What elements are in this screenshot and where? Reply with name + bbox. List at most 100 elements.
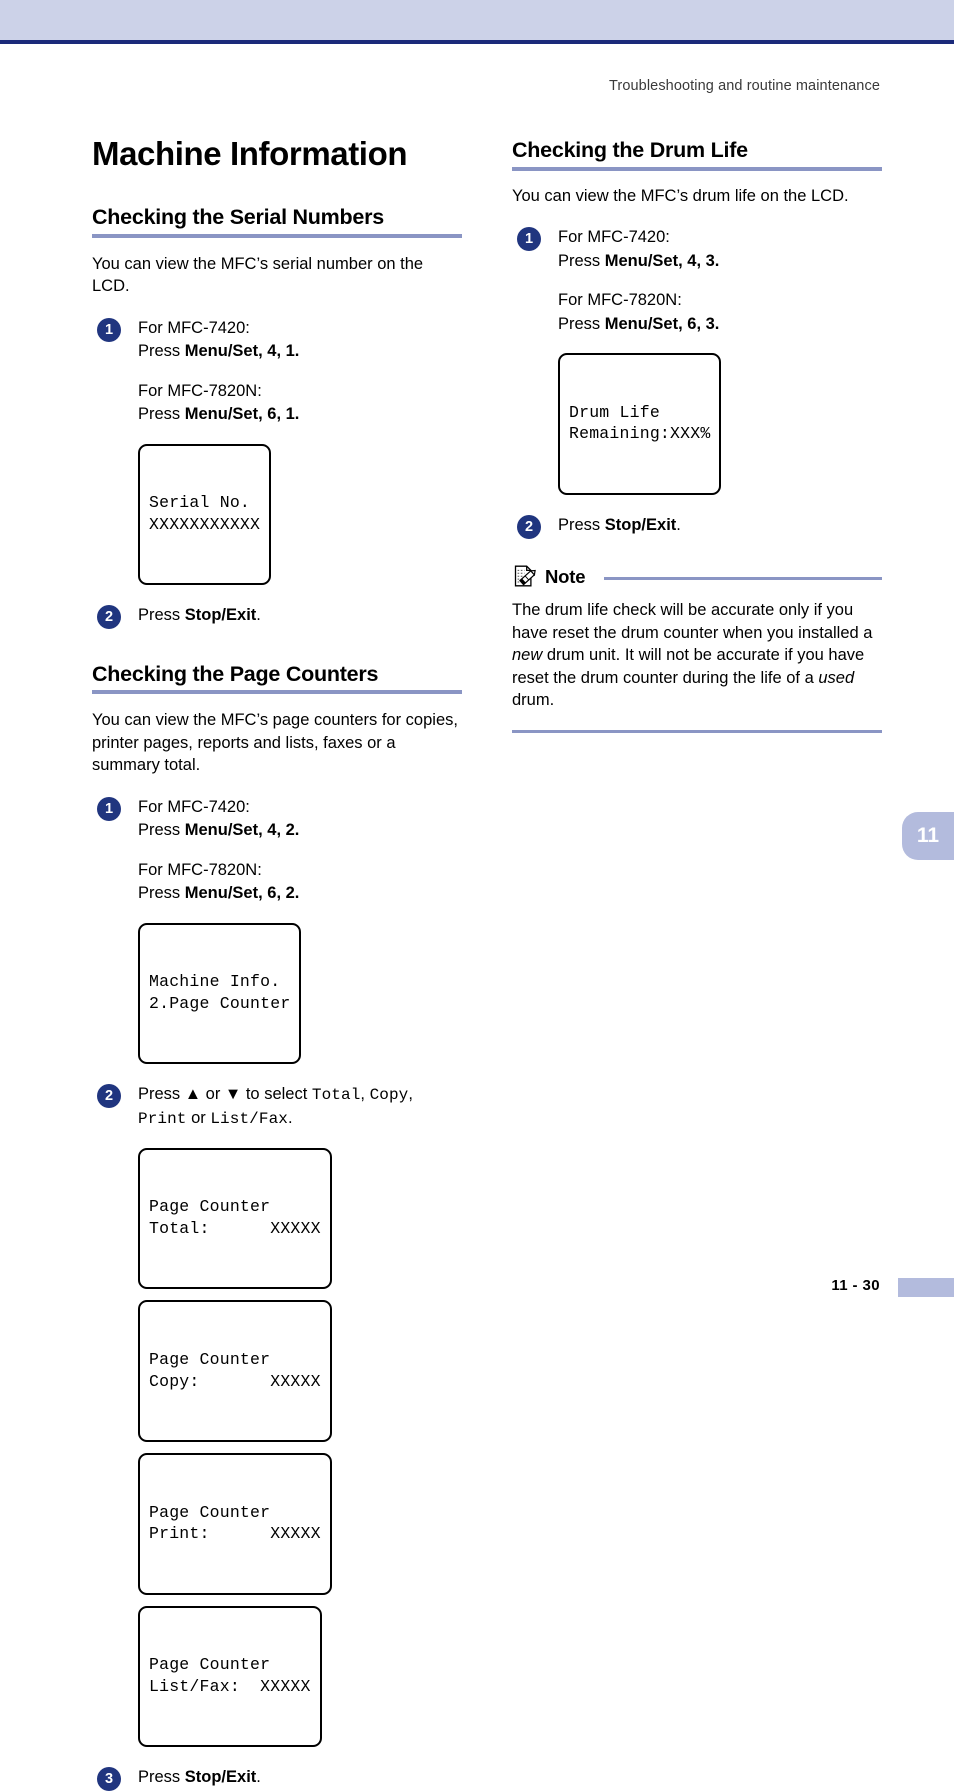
key-label: Stop/Exit bbox=[184, 1768, 257, 1787]
heading-rule bbox=[92, 690, 462, 695]
lcd-line-1: Page Counter bbox=[149, 1655, 271, 1675]
lcd-screen-page-counter-copy: Page Counter Copy: XXXXX bbox=[138, 1300, 332, 1442]
top-decorative-band bbox=[0, 0, 954, 44]
lcd-line-2: Remaining:XXX% bbox=[569, 424, 711, 444]
press-prefix: Press bbox=[138, 884, 185, 903]
lcd-line-2: List/Fax: XXXXX bbox=[149, 1676, 311, 1696]
note-pencil-icon bbox=[512, 564, 538, 590]
period: . bbox=[676, 515, 681, 534]
serial-step-1-model-7420: For MFC-7420: Press Menu/Set, 4, 1. bbox=[138, 317, 462, 364]
key-args: , 6, 3. bbox=[678, 314, 720, 333]
note-bottom-rule bbox=[512, 729, 882, 733]
period: . bbox=[287, 1109, 293, 1128]
option-copy: Copy bbox=[369, 1086, 409, 1105]
lcd-line-1: Page Counter bbox=[149, 1349, 271, 1369]
separator: , bbox=[360, 1085, 370, 1104]
press-prefix: Press bbox=[138, 1768, 185, 1787]
press-prefix: Press bbox=[138, 405, 185, 424]
key-label: Menu/Set bbox=[184, 405, 259, 424]
lcd-screen-serial-no: Serial No. XXXXXXXXXXX bbox=[138, 443, 272, 586]
lcd-line-1: Machine Info. bbox=[149, 972, 281, 992]
page-counters-intro-text: You can view the MFC’s page counters for… bbox=[92, 711, 458, 775]
page-counters-step-3: 3 Press Stop/Exit. bbox=[92, 1766, 462, 1791]
model-label: For MFC-7420: bbox=[138, 318, 250, 337]
note-text-b: drum unit. It will not be accurate if yo… bbox=[512, 646, 865, 687]
chapter-thumb-tab: 11 bbox=[902, 812, 954, 860]
key-args: , 6, 2. bbox=[258, 884, 300, 903]
lcd-line-1: Drum Life bbox=[569, 402, 660, 422]
period: . bbox=[256, 1768, 261, 1787]
key-label: Menu/Set bbox=[184, 821, 259, 840]
page-title: Machine Information bbox=[92, 135, 408, 172]
key-args: , 4, 3. bbox=[678, 251, 720, 270]
section-heading-page-counters: Checking the Page Counters bbox=[92, 661, 379, 686]
lcd-screen-page-counter-total: Page Counter Total: XXXXX bbox=[138, 1147, 332, 1290]
section-checking-page-counters: Checking the Page Counters bbox=[92, 662, 462, 695]
key-args: , 6, 1. bbox=[258, 405, 300, 424]
conjunction-or: or bbox=[186, 1109, 211, 1128]
model-label: For MFC-7820N: bbox=[558, 291, 682, 310]
lcd-line-2: XXXXXXXXXXX bbox=[149, 514, 261, 534]
press-prefix: Press bbox=[138, 606, 185, 625]
page-counters-step-1-model-7420: For MFC-7420: Press Menu/Set, 4, 2. bbox=[138, 796, 462, 843]
note-rule bbox=[604, 576, 882, 580]
lcd-line-1: Serial No. bbox=[149, 493, 251, 513]
lcd-line-1: Page Counter bbox=[149, 1502, 271, 1522]
section-checking-drum-life: Checking the Drum Life bbox=[512, 138, 882, 171]
step-number-badge: 1 bbox=[517, 227, 541, 252]
step-number-badge: 2 bbox=[97, 1084, 121, 1109]
note-callout: Note The drum life check will be accurat… bbox=[512, 564, 882, 733]
page-counters-step-2: 2 Press ▲ or ▼ to select Total, Copy, Pri… bbox=[92, 1083, 462, 1130]
press-prefix: Press bbox=[558, 251, 605, 270]
option-list-fax: List/Fax bbox=[210, 1110, 288, 1129]
key-label: Stop/Exit bbox=[184, 606, 257, 625]
drum-intro-text: You can view the MFC’s drum life on the … bbox=[512, 186, 849, 205]
press-prefix: Press bbox=[138, 342, 185, 361]
note-label: Note bbox=[545, 566, 586, 588]
step-number-badge: 3 bbox=[97, 1767, 121, 1791]
key-label: Stop/Exit bbox=[604, 515, 677, 534]
right-column: Checking the Drum Life You can view the … bbox=[512, 118, 882, 733]
lcd-screen-page-counter-list-fax: Page Counter List/Fax: XXXXX bbox=[138, 1605, 322, 1748]
model-label: For MFC-7820N: bbox=[138, 381, 262, 400]
key-args: , 4, 1. bbox=[258, 342, 300, 361]
press-prefix: Press bbox=[138, 821, 185, 840]
step-number-badge: 1 bbox=[97, 317, 121, 342]
period: . bbox=[256, 606, 261, 625]
page-counters-step-1-model-7820n: For MFC-7820N: Press Menu/Set, 6, 2. bbox=[138, 859, 462, 906]
heading-rule bbox=[92, 233, 462, 238]
footer-page-number: 11 - 30 bbox=[831, 1277, 880, 1294]
press-prefix: Press bbox=[558, 314, 605, 333]
separator: , bbox=[408, 1085, 413, 1104]
serial-intro-text: You can view the MFC’s serial number on … bbox=[92, 254, 424, 296]
section-heading-drum-life: Checking the Drum Life bbox=[512, 138, 748, 162]
lcd-line-2: Total: XXXXX bbox=[149, 1219, 321, 1239]
model-label: For MFC-7420: bbox=[138, 798, 250, 817]
note-header: Note bbox=[512, 564, 882, 590]
heading-rule bbox=[512, 166, 882, 171]
lcd-line-2: Print: XXXXX bbox=[149, 1524, 321, 1544]
option-total: Total bbox=[311, 1086, 361, 1105]
drum-step-2: 2 Press Stop/Exit. bbox=[512, 514, 882, 539]
note-emphasis-new: new bbox=[512, 646, 543, 665]
lcd-line-2: 2.Page Counter bbox=[149, 994, 291, 1014]
section-checking-serial-numbers: Checking the Serial Numbers bbox=[92, 205, 462, 238]
lcd-line-2: Copy: XXXXX bbox=[149, 1371, 321, 1391]
press-prefix: Press bbox=[558, 515, 605, 534]
left-column: Machine Information Checking the Serial … bbox=[92, 118, 462, 1791]
running-header: Troubleshooting and routine maintenance bbox=[609, 78, 880, 94]
page-counters-step-1: 1 For MFC-7420: Press Menu/Set, 4, 2. Fo… bbox=[92, 796, 462, 906]
lcd-line-1: Page Counter bbox=[149, 1197, 271, 1217]
note-body-text: The drum life check will be accurate onl… bbox=[512, 599, 882, 712]
model-label: For MFC-7420: bbox=[558, 228, 670, 247]
drum-step-1-model-7820n: For MFC-7820N: Press Menu/Set, 6, 3. bbox=[558, 289, 882, 336]
key-args: , 4, 2. bbox=[258, 821, 300, 840]
serial-step-2: 2 Press Stop/Exit. bbox=[92, 604, 462, 630]
lcd-screen-drum-life: Drum Life Remaining:XXX% bbox=[558, 353, 722, 495]
note-text-a: The drum life check will be accurate onl… bbox=[512, 601, 873, 642]
model-label: For MFC-7820N: bbox=[138, 860, 262, 879]
section-heading-serial-numbers: Checking the Serial Numbers bbox=[92, 204, 384, 229]
note-emphasis-used: used bbox=[818, 668, 855, 687]
note-text-c: drum. bbox=[512, 691, 555, 710]
key-label: Menu/Set bbox=[604, 251, 679, 270]
